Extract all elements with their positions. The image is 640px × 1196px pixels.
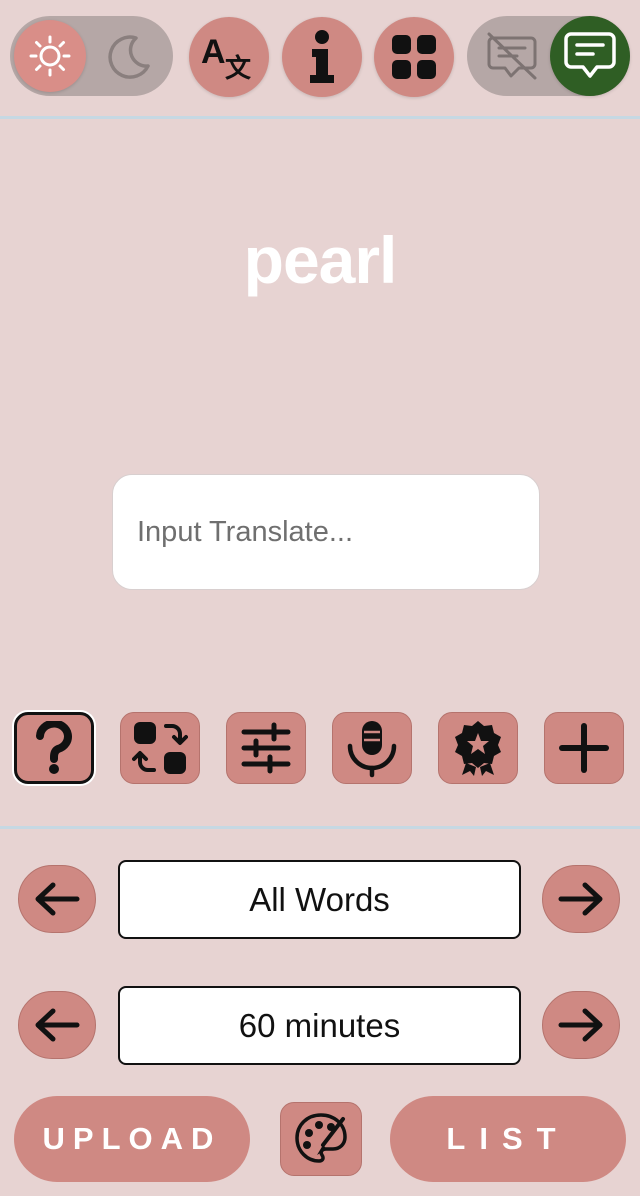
duration-prev-button[interactable] [18, 991, 96, 1059]
svg-text:文: 文 [225, 53, 252, 83]
word-set-prev-button[interactable] [18, 865, 96, 933]
info-button[interactable] [282, 17, 362, 97]
apps-grid-icon [392, 35, 436, 79]
word-set-select[interactable]: All Words [118, 860, 521, 939]
top-divider [0, 116, 640, 119]
list-button[interactable]: LIST [390, 1096, 626, 1182]
award-button[interactable] [438, 712, 518, 784]
help-button[interactable] [14, 712, 94, 784]
arrow-left-icon [35, 1008, 80, 1042]
duration-next-button[interactable] [542, 991, 620, 1059]
svg-text:A: A [201, 33, 226, 71]
plus-icon [559, 723, 609, 773]
chat-icon[interactable] [550, 16, 630, 96]
arrow-right-icon [558, 1008, 603, 1042]
settings-button[interactable] [226, 712, 306, 784]
sun-icon[interactable] [14, 20, 86, 92]
moon-icon[interactable] [102, 30, 154, 82]
translate-icon: A 文 [201, 33, 252, 83]
microphone-icon [347, 721, 397, 778]
current-word: pearl [243, 223, 398, 297]
chat-toggle[interactable] [467, 16, 630, 96]
add-button[interactable] [544, 712, 624, 784]
palette-icon [295, 1113, 347, 1163]
duration-select[interactable]: 60 minutes [118, 986, 521, 1065]
swap-icon [132, 722, 188, 774]
theme-toggle[interactable] [10, 16, 173, 96]
arrow-right-icon [558, 882, 603, 916]
voice-button[interactable] [332, 712, 412, 784]
theme-palette-button[interactable] [280, 1102, 362, 1176]
apps-button[interactable] [374, 17, 454, 97]
translate-input[interactable] [112, 474, 540, 590]
upload-button[interactable]: UPLOAD [14, 1096, 250, 1182]
arrow-left-icon [35, 882, 80, 916]
sliders-icon [241, 722, 291, 774]
swap-button[interactable] [120, 712, 200, 784]
info-icon [310, 30, 334, 83]
question-icon [36, 721, 72, 774]
word-set-next-button[interactable] [542, 865, 620, 933]
translate-button[interactable]: A 文 [189, 17, 269, 97]
tools-divider [0, 826, 640, 829]
chat-off-icon[interactable] [483, 28, 541, 84]
award-icon [455, 721, 501, 776]
